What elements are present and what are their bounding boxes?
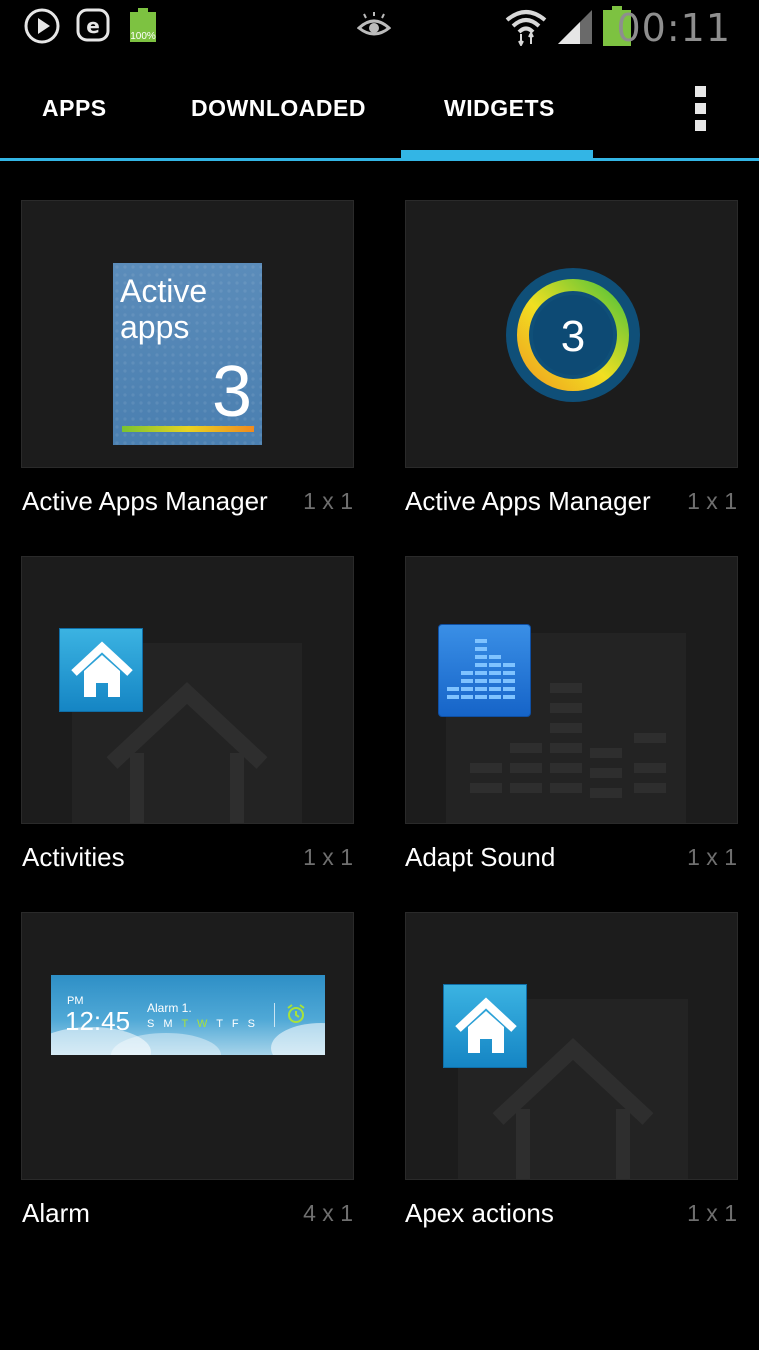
tab-apps[interactable]: APPS <box>42 95 107 122</box>
e-icon: e <box>76 8 110 42</box>
overflow-menu-icon[interactable] <box>688 86 712 132</box>
tab-indicator <box>401 150 593 161</box>
alarm-days: S M T W T F S <box>147 1018 258 1030</box>
alarm-day: T <box>216 1018 226 1030</box>
alarm-day: S <box>247 1018 259 1030</box>
active-apps-ring-icon: 3 <box>506 268 640 402</box>
alarm-day: F <box>231 1018 242 1030</box>
active-apps-bar <box>122 426 254 432</box>
widget-name: Adapt Sound <box>405 842 556 872</box>
active-apps-ring-count: 3 <box>561 312 585 361</box>
home-icon <box>443 984 527 1068</box>
tab-widgets[interactable]: WIDGETS <box>444 95 555 122</box>
active-apps-count: 3 <box>211 352 252 432</box>
alarm-day: S <box>147 1018 158 1030</box>
widget-size: 1 x 1 <box>687 1200 737 1226</box>
active-apps-tile: Active apps 3 <box>113 263 262 445</box>
alarm-day: T <box>181 1018 191 1030</box>
alarm-clock-icon <box>287 1004 305 1023</box>
tab-divider <box>0 158 759 161</box>
widget-preview-active-apps-ring[interactable]: 3 <box>405 200 738 468</box>
wifi-icon <box>505 10 547 46</box>
widget-size: 1 x 1 <box>303 488 353 514</box>
alarm-day: W <box>197 1018 211 1030</box>
svg-text:e: e <box>86 14 100 38</box>
widget-name: Activities <box>22 842 125 872</box>
battery-small-icon: 100% <box>128 8 158 44</box>
alarm-day: M <box>163 1018 176 1030</box>
alarm-divider <box>274 1003 275 1027</box>
battery-small-label: 100% <box>130 31 156 42</box>
widget-name: Alarm <box>22 1198 90 1228</box>
equalizer-icon <box>438 624 531 717</box>
widget-preview-adapt-sound[interactable] <box>405 556 738 824</box>
widget-name: Active Apps Manager <box>405 486 651 516</box>
tab-downloaded[interactable]: DOWNLOADED <box>191 95 366 122</box>
widget-size: 1 x 1 <box>687 488 737 514</box>
alarm-widget: PM 12:45 Alarm 1. S M T W T F S <box>51 975 325 1055</box>
widget-preview-active-apps-tile[interactable]: Active apps 3 <box>21 200 354 468</box>
widget-name: Apex actions <box>405 1198 554 1228</box>
widget-size: 1 x 1 <box>303 844 353 870</box>
play-icon <box>24 8 60 44</box>
widget-preview-alarm[interactable]: PM 12:45 Alarm 1. S M T W T F S <box>21 912 354 1180</box>
status-time: 00:11 <box>616 6 731 50</box>
home-icon <box>59 628 143 712</box>
widget-preview-activities[interactable] <box>21 556 354 824</box>
widget-size: 1 x 1 <box>687 844 737 870</box>
active-apps-line1: Active <box>120 273 208 309</box>
signal-icon <box>558 10 592 44</box>
widget-name: Active Apps Manager <box>22 486 268 516</box>
eye-icon <box>357 12 391 36</box>
alarm-time: 12:45 <box>65 1006 131 1036</box>
status-bar: e 100% 00:11 <box>0 0 759 56</box>
widget-size: 4 x 1 <box>303 1200 353 1226</box>
widget-preview-apex-actions[interactable] <box>405 912 738 1180</box>
active-apps-line2: apps <box>120 309 190 345</box>
alarm-title: Alarm 1. <box>147 1001 192 1015</box>
